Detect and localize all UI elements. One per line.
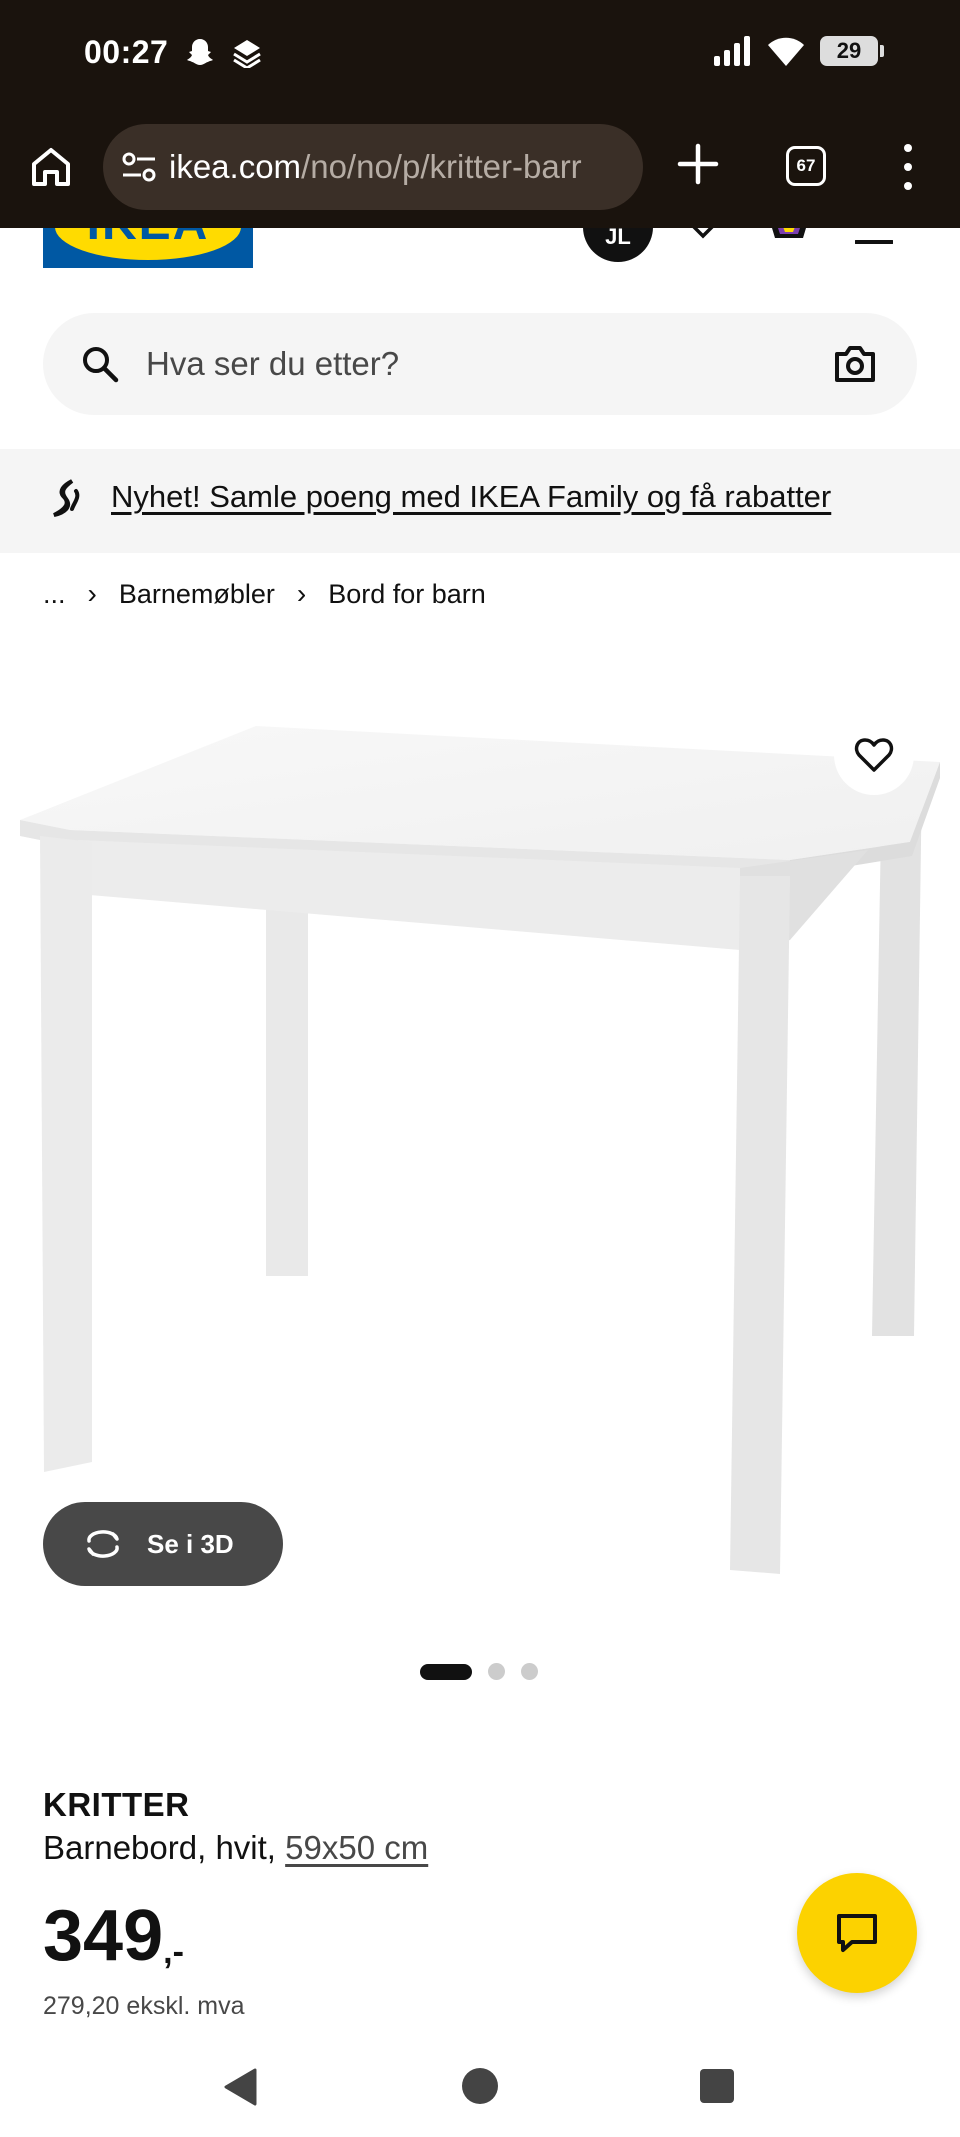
carousel-dot[interactable] [488,1663,505,1680]
ikea-family-icon [53,479,80,517]
signal-icon [714,36,750,66]
ikea-logo[interactable]: IKEA [43,228,253,268]
search-icon[interactable] [81,345,119,383]
address-bar[interactable]: ikea.com/no/no/p/kritter-barr [103,124,643,210]
chat-icon [837,1914,877,1952]
favorite-button[interactable] [834,715,914,795]
view-3d-label: Se i 3D [147,1528,234,1559]
home-icon[interactable] [28,144,74,190]
camera-search-icon[interactable] [833,344,877,384]
notification-stack-icon [233,40,261,68]
browser-menu-icon[interactable] [890,144,926,190]
search-input[interactable] [146,333,826,395]
system-navigation-bar [0,2050,960,2137]
profile-avatar[interactable]: JL [583,228,653,262]
chevron-right-icon: › [87,578,97,609]
rotate-3d-icon [87,1530,119,1558]
site-settings-icon[interactable] [119,147,159,187]
chevron-right-icon: › [296,578,307,609]
recent-apps-icon[interactable] [700,2069,734,2103]
url-path: /no/no/p/kritter-barr [301,148,582,185]
product-size-link[interactable]: 59x50 cm [285,1829,428,1866]
ikea-family-link[interactable]: Nyhet! Samle poeng med IKEA Family og få… [111,479,831,515]
home-nav-icon[interactable] [462,2068,498,2104]
breadcrumb: ... › Barnemøbler › Bord for barn [43,578,486,610]
price-suffix: ,- [163,1933,184,1971]
product-price: 349 ,- [43,1900,184,1972]
browser-toolbar: ikea.com/no/no/p/kritter-barr 67 [0,110,960,228]
search-bar [43,313,917,415]
kritter-table-image [20,726,940,1574]
product-description: Barnebord, hvit, 59x50 cm [43,1829,428,1867]
price-integer: 349 [43,1896,164,1976]
carousel-dot[interactable] [521,1663,538,1680]
chat-button[interactable] [797,1873,917,1993]
price-excl-vat: 279,20 ekskl. mva [43,1992,245,2020]
site-header: IKEA JL [0,228,960,288]
product-image[interactable] [0,680,960,1620]
battery-icon: 29 [820,36,884,66]
snapchat-icon [187,39,213,65]
heart-icon [854,738,894,772]
wifi-icon [768,37,804,66]
status-time: 00:27 [84,34,169,70]
carousel-dot-active[interactable] [420,1663,472,1680]
product-description-text: Barnebord, hvit, [43,1829,286,1866]
new-tab-icon[interactable] [676,142,720,186]
back-icon[interactable] [222,2068,258,2106]
image-carousel-indicator [420,1663,538,1680]
breadcrumb-item-bord-for-barn[interactable]: Bord for barn [328,579,486,610]
tab-switcher-button[interactable]: 67 [786,146,826,186]
breadcrumb-ellipsis[interactable]: ... [43,579,66,610]
view-3d-button[interactable]: Se i 3D [43,1502,283,1586]
status-bar: 00:27 29 [0,0,960,110]
shopping-bag-icon[interactable] [766,228,812,254]
url-text[interactable]: ikea.com/no/no/p/kritter-barr [169,148,582,186]
ikea-family-banner: Nyhet! Samle poeng med IKEA Family og få… [0,449,960,553]
favorites-heart-icon[interactable] [683,228,723,258]
hamburger-menu-icon[interactable] [855,236,893,256]
breadcrumb-item-barnemobler[interactable]: Barnemøbler [119,579,275,610]
product-name: KRITTER [43,1786,190,1823]
url-host: ikea.com [169,148,302,185]
